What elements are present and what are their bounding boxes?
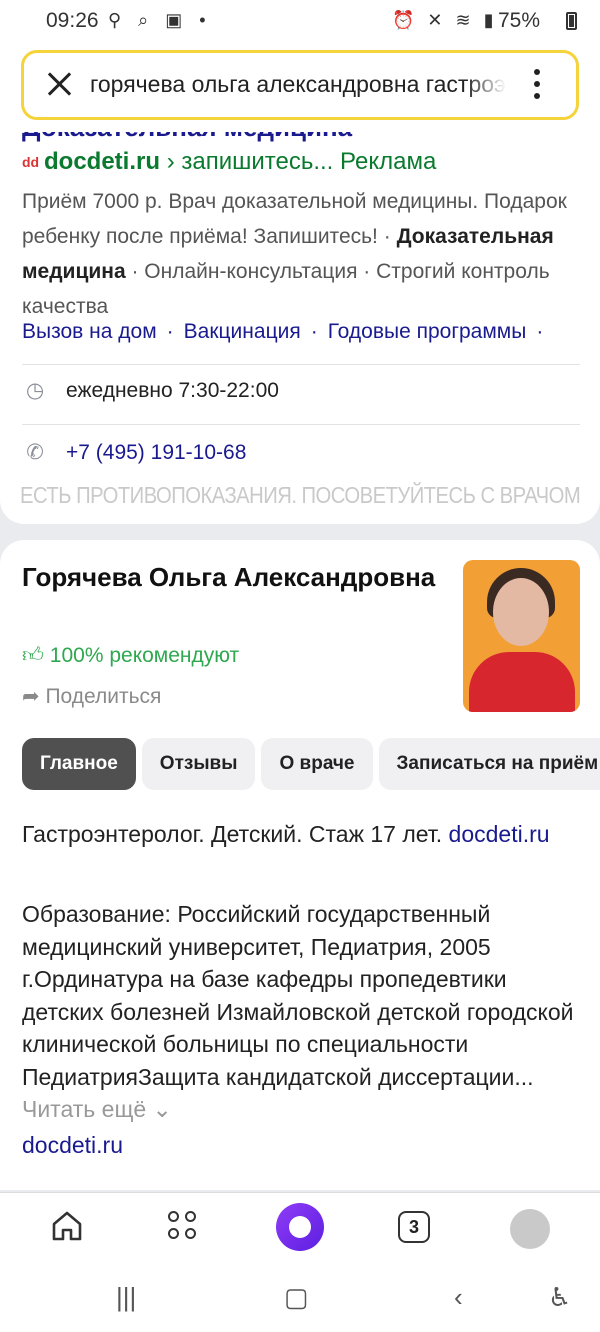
back-icon[interactable]: ‹ [454, 1282, 463, 1313]
doctor-photo[interactable] [463, 560, 580, 712]
recent-apps-icon[interactable]: ||| [116, 1282, 136, 1313]
status-bar: 09:26 ⚲ ⌕ ▣ • ⏰ ✕ ≋ ▮ 75% [0, 0, 600, 44]
doctor-specialty: Гастроэнтеролог. Детский. Стаж 17 лет. d… [22, 821, 550, 847]
ad-hours: ◷ ежедневно 7:30-22:00 [22, 378, 279, 403]
read-more-button[interactable]: Читать ещё ⌄ [22, 1096, 172, 1122]
recommend-badge: 👍︎ 100% рекомендуют [22, 644, 240, 667]
phone-number[interactable]: +7 (495) 191-10-68 [66, 441, 246, 464]
accessibility-icon[interactable]: ♿︎ [548, 1282, 571, 1313]
doctor-tabs: Главное Отзывы О враче Записаться на приём [22, 738, 600, 790]
close-icon[interactable] [46, 71, 72, 97]
ad-warning: ЕСТЬ ПРОТИВОПОКАЗАНИЯ. ПОСОВЕТУЙТЕСЬ С В… [20, 482, 581, 508]
tab-main[interactable]: Главное [22, 738, 136, 790]
thumbs-up-icon: 👍︎ [22, 644, 44, 667]
tabs-icon[interactable]: 3 [398, 1211, 430, 1243]
bottom-nav: 3 [0, 1192, 600, 1265]
tab-reviews[interactable]: Отзывы [141, 738, 256, 790]
phone-icon: ✆ [26, 441, 44, 464]
search-bar[interactable]: горячева ольга александровна гастроэнтер… [21, 50, 579, 120]
ad-path[interactable]: › запишитесь... [167, 148, 334, 175]
search-query[interactable]: горячева ольга александровна гастроэнтер… [90, 71, 506, 98]
sitelink-annual-programs[interactable]: Годовые программы [328, 320, 527, 343]
status-time: 09:26 [46, 9, 99, 32]
doctor-name: Горячева Ольга Александровна [22, 562, 436, 592]
divider [22, 364, 580, 365]
home-icon[interactable] [50, 1209, 84, 1243]
tab-book[interactable]: Записаться на приём [378, 738, 600, 790]
doctor-site-link[interactable]: docdeti.ru [22, 1132, 123, 1159]
divider [22, 424, 580, 425]
share-button[interactable]: ➦ Поделиться [22, 684, 161, 709]
ad-title[interactable]: Доказательная медицина [22, 132, 352, 143]
avatar-icon[interactable] [510, 1209, 550, 1249]
sitelink-home-call[interactable]: Вызов на дом [22, 320, 157, 343]
sitelink-vaccination[interactable]: Вакцинация [184, 320, 301, 343]
tab-about[interactable]: О враче [261, 738, 373, 790]
alice-icon[interactable] [276, 1203, 324, 1251]
battery-icon [566, 12, 577, 30]
favicon-icon: dd [22, 154, 40, 170]
battery-level: 75% [498, 9, 541, 32]
doctor-education: Образование: Российский государственный … [22, 901, 574, 1122]
home-button-icon[interactable]: ▢ [284, 1282, 309, 1313]
ad-domain[interactable]: docdeti.ru [44, 148, 160, 175]
ad-description: Приём 7000 р. Врач доказательной медицин… [22, 190, 567, 318]
about-link[interactable]: docdeti.ru [449, 821, 550, 847]
grid-icon[interactable] [168, 1211, 200, 1243]
ad-phone[interactable]: ✆ +7 (495) 191-10-68 [22, 440, 246, 465]
ad-source-line[interactable]: dd docdeti.ru › запишитесь... Реклама [22, 148, 436, 176]
clock-icon: ◷ [25, 379, 45, 402]
more-vertical-icon[interactable] [534, 69, 540, 105]
system-status-icons: ⏰ ✕ ≋ ▮ [392, 10, 498, 30]
ad-result-card: Доказательная медицина dddocdeti.ru › за… [0, 132, 600, 524]
ad-sitelinks: Вызов на дом · Вакцинация · Годовые программ… [22, 320, 544, 343]
notification-icons: ⚲ ⌕ ▣ • [108, 10, 212, 30]
hours-text: ежедневно 7:30-22:00 [66, 379, 279, 402]
chevron-down-icon: ⌄ [152, 1096, 172, 1122]
ad-label: Реклама [340, 148, 437, 175]
system-nav-bar: ||| ▢ ‹ ♿︎ [0, 1264, 600, 1332]
share-icon: ➦ [22, 685, 40, 708]
doctor-card: Горячева Ольга Александровна 👍︎ 100% рек… [0, 540, 600, 1190]
